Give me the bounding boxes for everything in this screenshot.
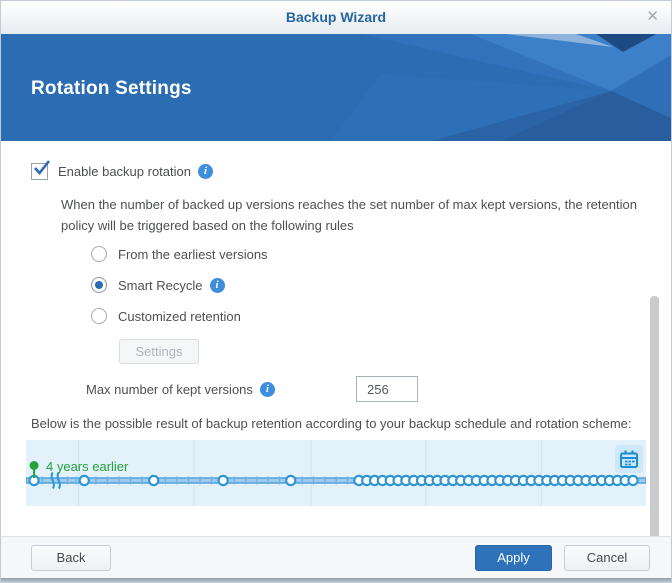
max-versions-input[interactable] [356,376,418,402]
max-versions-label: Max number of kept versions [86,382,253,397]
timeline-annotation: 4 years earlier [46,459,129,474]
cancel-button[interactable]: Cancel [564,544,650,571]
close-icon[interactable]: ✕ [646,8,659,26]
info-icon[interactable]: i [209,277,225,293]
retention-rule-radios: From the earliest versions Smart Recycle i… [91,246,671,324]
retention-timeline-panel: 4 years earlier [26,440,646,506]
enable-backup-rotation-checkbox[interactable] [31,160,51,180]
footer-bar: Back Apply Cancel [1,536,671,578]
radio-option-from-the-earliest-versions[interactable]: From the earliest versions [91,246,671,262]
max-versions-row: Max number of kept versions i [86,376,671,403]
enable-backup-rotation-label: Enable backup rotation [58,164,191,179]
titlebar: Backup Wizard ✕ [1,1,671,34]
radio-icon[interactable] [91,308,107,324]
info-icon[interactable]: i [197,164,213,179]
settings-button[interactable]: Settings [119,339,199,364]
backup-wizard-dialog: Backup Wizard ✕ Rotation Settings Enable… [0,0,672,583]
info-icon[interactable]: i [259,382,275,397]
result-note: Below is the possible result of backup r… [31,416,632,431]
radio-option-customized-retention[interactable]: Customized retention [91,308,671,324]
checkmark-icon [34,160,51,176]
back-button[interactable]: Back [31,544,111,571]
enable-backup-rotation-row: Enable backup rotation i [31,160,671,180]
window-title: Backup Wizard [285,9,387,25]
radio-label: From the earliest versions [118,246,268,262]
apply-button[interactable]: Apply [475,544,552,571]
content-area: Enable backup rotation i When the number… [1,141,671,582]
rotation-description: When the number of backed up versions re… [61,197,637,233]
page-title: Rotation Settings [31,78,192,99]
radio-option-smart-recycle[interactable]: Smart Recycle i [91,277,671,293]
radio-icon[interactable] [91,277,107,293]
calendar-icon[interactable] [615,445,643,473]
radio-label: Smart Recycle [118,277,203,293]
radio-label: Customized retention [118,308,241,324]
wizard-header: Rotation Settings [1,34,671,141]
window-bottom-edge [1,578,671,582]
radio-icon[interactable] [91,246,107,262]
